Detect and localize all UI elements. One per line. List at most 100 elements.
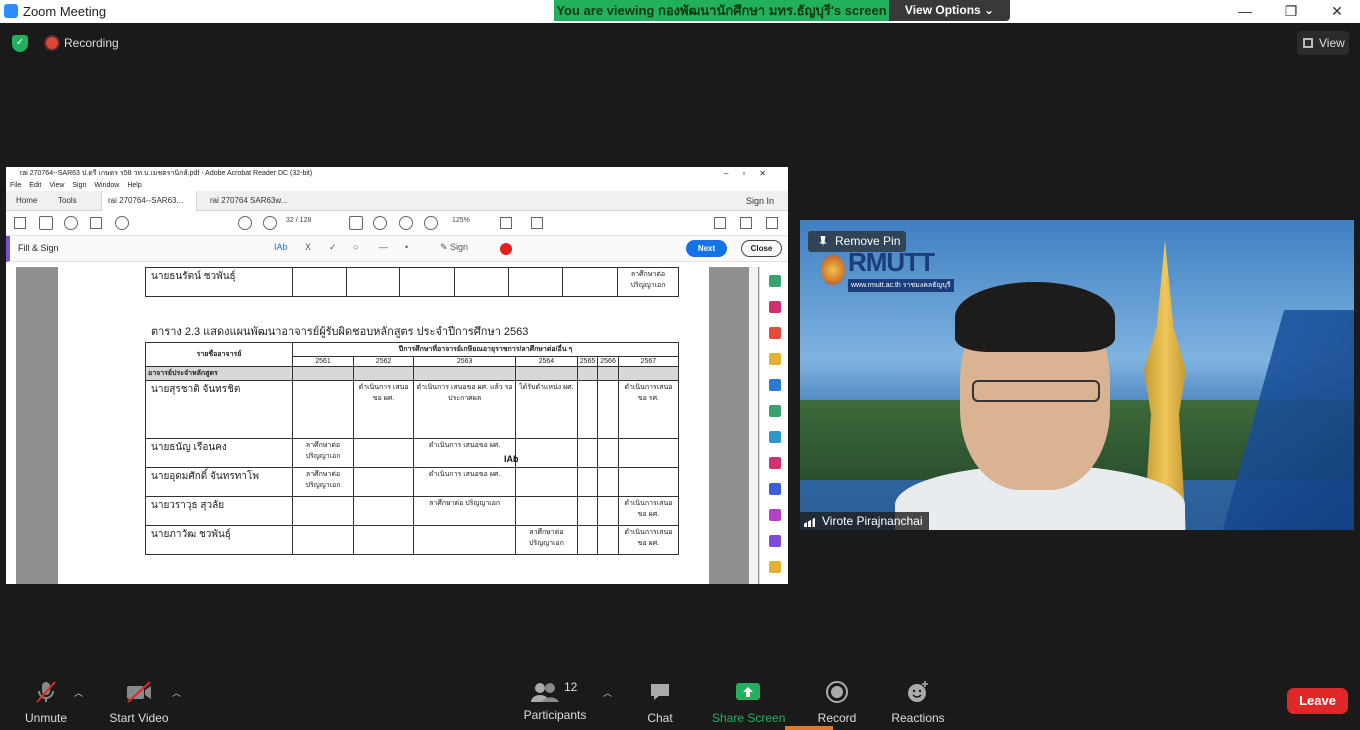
document-scrollbar[interactable] <box>749 267 758 584</box>
create-pdf-icon[interactable] <box>769 327 781 339</box>
maximize-button[interactable]: ❐ <box>1268 0 1314 23</box>
scan-icon[interactable] <box>769 431 781 443</box>
share-user-icon[interactable] <box>766 217 778 229</box>
edit-pdf-icon[interactable] <box>769 509 781 521</box>
document-area[interactable]: นายธนรัตน์ ชวพันธุ์ ลาศึกษาต่อ ปริญญาเอก… <box>16 267 759 584</box>
document-page[interactable]: นายธนรัตน์ ชวพันธุ์ ลาศึกษาต่อ ปริญญาเอก… <box>58 267 709 584</box>
measure-icon[interactable] <box>531 217 543 229</box>
share-screen-button[interactable]: Share Screen <box>712 680 786 725</box>
recording-label[interactable]: Recording <box>64 36 119 50</box>
cross-tool-icon[interactable]: X <box>305 242 311 252</box>
email-icon[interactable] <box>740 217 752 229</box>
close-window-button[interactable]: ✕ <box>1314 0 1360 23</box>
video-options-caret-icon[interactable]: ︿ <box>172 686 181 699</box>
plan-cell: ลาศึกษาต่อ ปริญญาเอก <box>291 467 355 497</box>
tab-document-2[interactable]: rai 270764 SAR63w... <box>204 191 293 211</box>
fill-sign-icon[interactable] <box>769 457 781 469</box>
circle-tool-icon[interactable]: ○ <box>353 242 358 252</box>
select-cursor-icon[interactable] <box>349 216 363 230</box>
next-button[interactable]: Next <box>686 240 727 257</box>
tab-tools[interactable]: Tools <box>52 191 83 211</box>
menu-file[interactable]: File <box>10 182 21 189</box>
shared-screen-acrobat[interactable]: rai 270764--SAR63 ป.ตรี เกษตร ร58 วท.บ.เ… <box>6 167 788 584</box>
sign-tool[interactable]: ✎ Sign <box>440 242 468 253</box>
check-tool-icon[interactable]: ✓ <box>329 242 337 253</box>
plan-cell: ดำเนินการ เสนอขอ ผศ. <box>413 467 517 497</box>
participants-button[interactable]: 12 Participants <box>523 680 587 722</box>
compress-icon[interactable] <box>769 405 781 417</box>
plan-cell: ลาศึกษาต่อ ปริญญาเอก <box>515 525 578 555</box>
menu-window[interactable]: Window <box>94 182 119 189</box>
chat-button[interactable]: Chat <box>645 680 675 725</box>
plan-cell <box>353 525 415 555</box>
print-icon[interactable] <box>90 217 102 229</box>
reactions-button[interactable]: Reactions <box>891 680 945 725</box>
audio-options-caret-icon[interactable]: ︿ <box>74 686 83 699</box>
zoom-in-icon[interactable] <box>424 216 438 230</box>
page-number[interactable]: 32 / 128 <box>286 217 311 224</box>
university-seal-icon <box>821 255 845 285</box>
minimize-button[interactable]: — <box>1222 0 1268 23</box>
zoom-level[interactable]: 125% <box>452 217 470 224</box>
more-tools-icon[interactable] <box>769 561 781 573</box>
tab-document-1[interactable]: rai 270764--SAR63... <box>101 191 197 211</box>
save-icon[interactable] <box>14 217 26 229</box>
dot-tool-icon[interactable]: • <box>405 242 408 252</box>
edit-pen-icon[interactable] <box>714 217 726 229</box>
protect-icon[interactable] <box>769 483 781 495</box>
menu-sign[interactable]: Sign <box>72 182 86 189</box>
participants-caret-icon[interactable]: ︿ <box>603 686 612 699</box>
unmute-button[interactable]: Unmute <box>22 680 70 725</box>
hand-tool-icon[interactable] <box>373 216 387 230</box>
page-current[interactable]: 32 <box>286 217 294 224</box>
comment-icon[interactable] <box>769 353 781 365</box>
next-page-icon[interactable] <box>263 216 277 230</box>
prev-page-icon[interactable] <box>238 216 252 230</box>
menu-help[interactable]: Help <box>127 182 141 189</box>
text-cursor: IAb <box>504 454 519 464</box>
color-picker-icon[interactable] <box>500 243 512 255</box>
tab-home[interactable]: Home <box>10 191 43 211</box>
encryption-shield-icon[interactable]: ✓ <box>12 35 28 52</box>
close-button[interactable]: Close <box>741 240 782 257</box>
recording-icon <box>46 37 58 49</box>
teacher-name: นายวราวุธ สุวลัย <box>145 496 293 526</box>
sign-in-link[interactable]: Sign In <box>746 191 774 211</box>
fit-page-icon[interactable] <box>500 217 512 229</box>
leave-button[interactable]: Leave <box>1287 688 1348 714</box>
year-header: 2566 <box>597 356 619 367</box>
line-tool-icon[interactable]: — <box>379 242 388 252</box>
text-tool-icon[interactable]: IAb <box>274 242 288 252</box>
reaction-smiley-icon <box>908 681 928 702</box>
combine-icon[interactable] <box>769 379 781 391</box>
participant-hair <box>955 282 1115 352</box>
table-title: ตาราง 2.3 แสดงแผนพัฒนาอาจารย์ผู้รับผิดชอ… <box>151 326 529 338</box>
video-camera-off-icon <box>127 681 151 703</box>
bookmark-star-icon[interactable] <box>39 216 53 230</box>
participant-video[interactable]: RMUTT www.rmutt.ac.th ราชมงคลธัญบุรี Rem… <box>800 220 1354 530</box>
sign-panel-icon[interactable] <box>769 535 781 547</box>
remove-pin-button[interactable]: Remove Pin <box>808 231 906 252</box>
record-label: Record <box>817 711 857 725</box>
view-button[interactable]: View <box>1297 31 1349 55</box>
unmute-label: Unmute <box>24 711 68 725</box>
acrobat-window-controls[interactable]: –▫✕ <box>724 167 780 180</box>
plan-cell <box>597 467 619 497</box>
organize-pages-icon[interactable] <box>769 301 781 313</box>
export-pdf-icon[interactable] <box>769 275 781 287</box>
start-video-button[interactable]: Start Video <box>108 680 170 725</box>
participant-name-label: Virote Pirajnanchai <box>800 512 929 530</box>
view-options-button[interactable]: View Options ⌄ <box>889 0 1010 21</box>
zoom-out-icon[interactable] <box>399 216 413 230</box>
search-icon[interactable] <box>115 216 129 230</box>
window-title: Zoom Meeting <box>23 4 107 19</box>
upload-icon[interactable] <box>64 216 78 230</box>
plan-cell <box>617 438 680 468</box>
menu-view[interactable]: View <box>49 182 64 189</box>
menu-edit[interactable]: Edit <box>29 182 41 189</box>
share-screen-label: Share Screen <box>712 711 786 725</box>
plan-cell: ได้รับตำแหน่ง ผศ. <box>515 380 578 439</box>
reactions-label: Reactions <box>891 711 945 725</box>
record-button[interactable]: Record <box>817 680 857 725</box>
share-screen-icon <box>736 683 760 700</box>
